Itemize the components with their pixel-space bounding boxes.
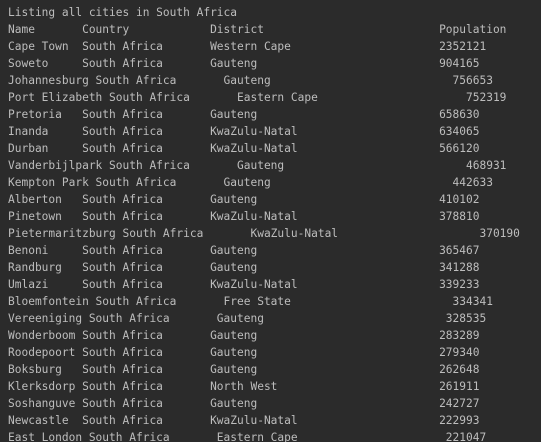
city-row: Boksburg South Africa Gauteng 262648 bbox=[8, 363, 480, 376]
city-row: Klerksdorp South Africa North West 26191… bbox=[8, 380, 480, 393]
city-row: Port Elizabeth South Africa Eastern Cape… bbox=[8, 91, 507, 104]
column-header: Name Country District Population bbox=[8, 23, 507, 36]
city-row: Roodepoort South Africa Gauteng 279340 bbox=[8, 346, 480, 359]
city-row: Pinetown South Africa KwaZulu-Natal 3788… bbox=[8, 210, 480, 223]
console-output[interactable]: Listing all cities in South Africa Name … bbox=[0, 0, 541, 442]
city-row: Pretoria South Africa Gauteng 658630 bbox=[8, 108, 480, 121]
city-row: Johannesburg South Africa Gauteng 756653 bbox=[8, 74, 493, 87]
city-row: Alberton South Africa Gauteng 410102 bbox=[8, 193, 480, 206]
city-row: Durban South Africa KwaZulu-Natal 566120 bbox=[8, 142, 480, 155]
city-row: Kempton Park South Africa Gauteng 442633 bbox=[8, 176, 493, 189]
city-row: Soshanguve South Africa Gauteng 242727 bbox=[8, 397, 480, 410]
city-row: Inanda South Africa KwaZulu-Natal 634065 bbox=[8, 125, 480, 138]
city-row: East London South Africa Eastern Cape 22… bbox=[8, 431, 487, 442]
city-row: Pietermaritzburg South Africa KwaZulu-Na… bbox=[8, 227, 520, 240]
city-row: Bloemfontein South Africa Free State 334… bbox=[8, 295, 493, 308]
city-row: Wonderboom South Africa Gauteng 283289 bbox=[8, 329, 480, 342]
city-row: Benoni South Africa Gauteng 365467 bbox=[8, 244, 480, 257]
city-row: Vanderbijlpark South Africa Gauteng 4689… bbox=[8, 159, 507, 172]
city-row: Randburg South Africa Gauteng 341288 bbox=[8, 261, 480, 274]
console-heading: Listing all cities in South Africa bbox=[8, 6, 238, 19]
city-row: Cape Town South Africa Western Cape 2352… bbox=[8, 40, 487, 53]
city-row: Newcastle South Africa KwaZulu-Natal 222… bbox=[8, 414, 480, 427]
city-row: Soweto South Africa Gauteng 904165 bbox=[8, 57, 480, 70]
city-row: Vereeniging South Africa Gauteng 328535 bbox=[8, 312, 487, 325]
city-row: Umlazi South Africa KwaZulu-Natal 339233 bbox=[8, 278, 480, 291]
